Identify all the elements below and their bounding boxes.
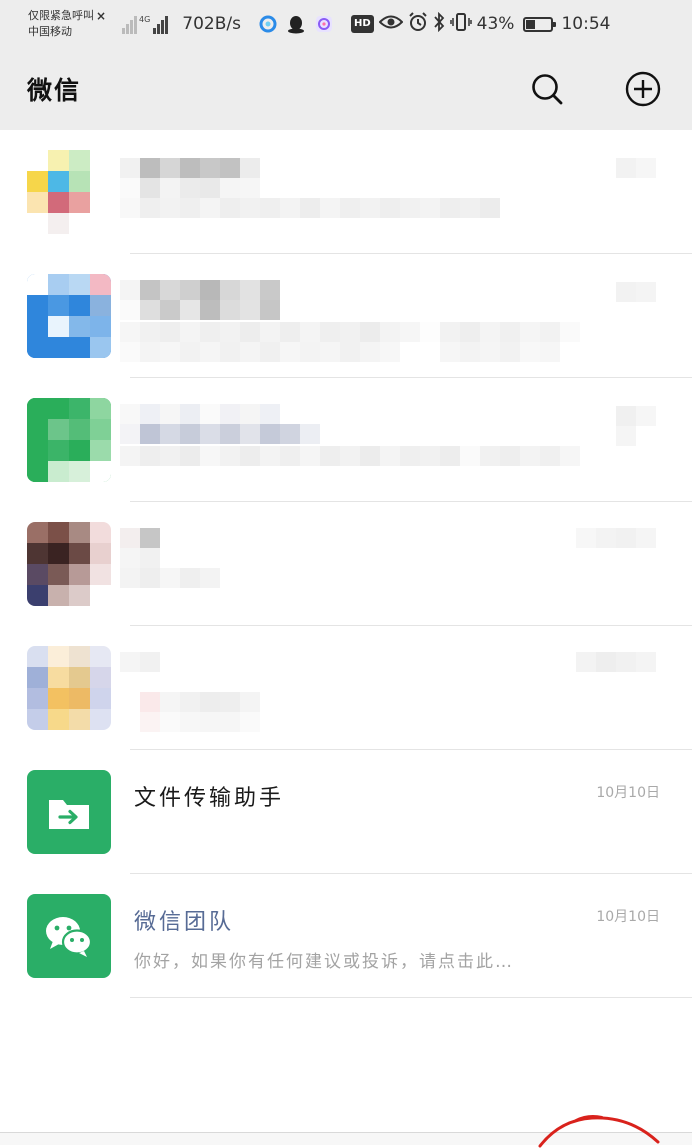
page-title: 微信 [27,76,82,105]
obscured-name [120,528,160,568]
obscured-time [576,528,656,548]
search-icon [532,74,563,105]
no-sim-icon: × [96,9,107,23]
hd-voice-badge: HD [351,15,374,33]
signal-icon: 4G [122,14,169,34]
avatar-file-transfer [27,770,111,854]
avatar-wechat-team [27,894,111,978]
chat-name: 微信团队 [134,910,235,935]
chat-name: 文件传输助手 [134,786,285,811]
chat-item-obscured-3[interactable] [0,378,692,502]
chat-preview: 你好，如果你有任何建议或投诉，请点击此… [134,952,514,972]
carrier-emergency-text: 仅限紧急呼叫 [28,9,94,22]
alarm-icon [408,11,428,37]
obscured-preview [120,692,280,732]
avatar-obscured [27,274,111,358]
obscured-time [616,158,656,178]
obscured-name [120,280,280,320]
chat-item-obscured-4[interactable] [0,502,692,626]
obscured-preview [120,446,600,466]
carrier-name: 中国移动 [28,25,72,38]
obscured-name [120,158,260,198]
obscured-preview [120,198,500,218]
obscured-time [616,406,656,446]
battery-percent: 43% [476,14,515,34]
chat-item-wechat-team[interactable]: 微信团队 你好，如果你有任何建议或投诉，请点击此… 10月10日 [0,874,692,998]
network-speed: 702B/s [182,14,241,34]
chat-item-file-transfer[interactable]: 文件传输助手 10月10日 [0,750,692,874]
obscured-time [576,652,656,672]
vibrate-icon [449,12,472,37]
browser-notification-icon [257,13,279,35]
obscured-preview [120,568,220,588]
app-header: 微信 [0,48,692,130]
obscured-preview [120,322,600,362]
clock: 10:54 [561,14,611,34]
plus-circle-icon [625,71,661,107]
avatar-obscured [27,646,111,730]
bluetooth-icon [433,11,445,37]
battery-icon [523,16,557,32]
chat-time: 10月10日 [596,909,660,925]
avatar-obscured [27,398,111,482]
folder-transfer-icon [49,800,89,829]
avatar-obscured [27,150,111,234]
chat-app-notification-icon [313,13,335,35]
network-type-label: 4G [139,15,151,24]
search-button[interactable] [528,70,566,108]
qq-notification-icon [285,13,307,35]
wechat-logo-icon [46,917,93,957]
chat-time: 10月10日 [596,785,660,801]
chat-item-obscured-1[interactable] [0,130,692,254]
obscured-name [120,652,160,672]
chat-list: 文件传输助手 10月10日 微信团队 你好，如果你有任何建议或投诉，请点击此… … [0,130,692,998]
add-button[interactable] [624,70,662,108]
obscured-time [616,282,656,302]
chat-item-obscured-2[interactable] [0,254,692,378]
status-bar: 仅限紧急呼叫 × 中国移动 4G 702B/s HD 43% 10:54 [0,0,692,48]
eye-comfort-icon [378,14,404,35]
obscured-name [120,404,320,444]
carrier-info: 仅限紧急呼叫 × 中国移动 [28,8,122,40]
bottom-tab-bar [0,1133,692,1145]
chat-item-obscured-5[interactable] [0,626,692,750]
avatar-obscured [27,522,111,606]
